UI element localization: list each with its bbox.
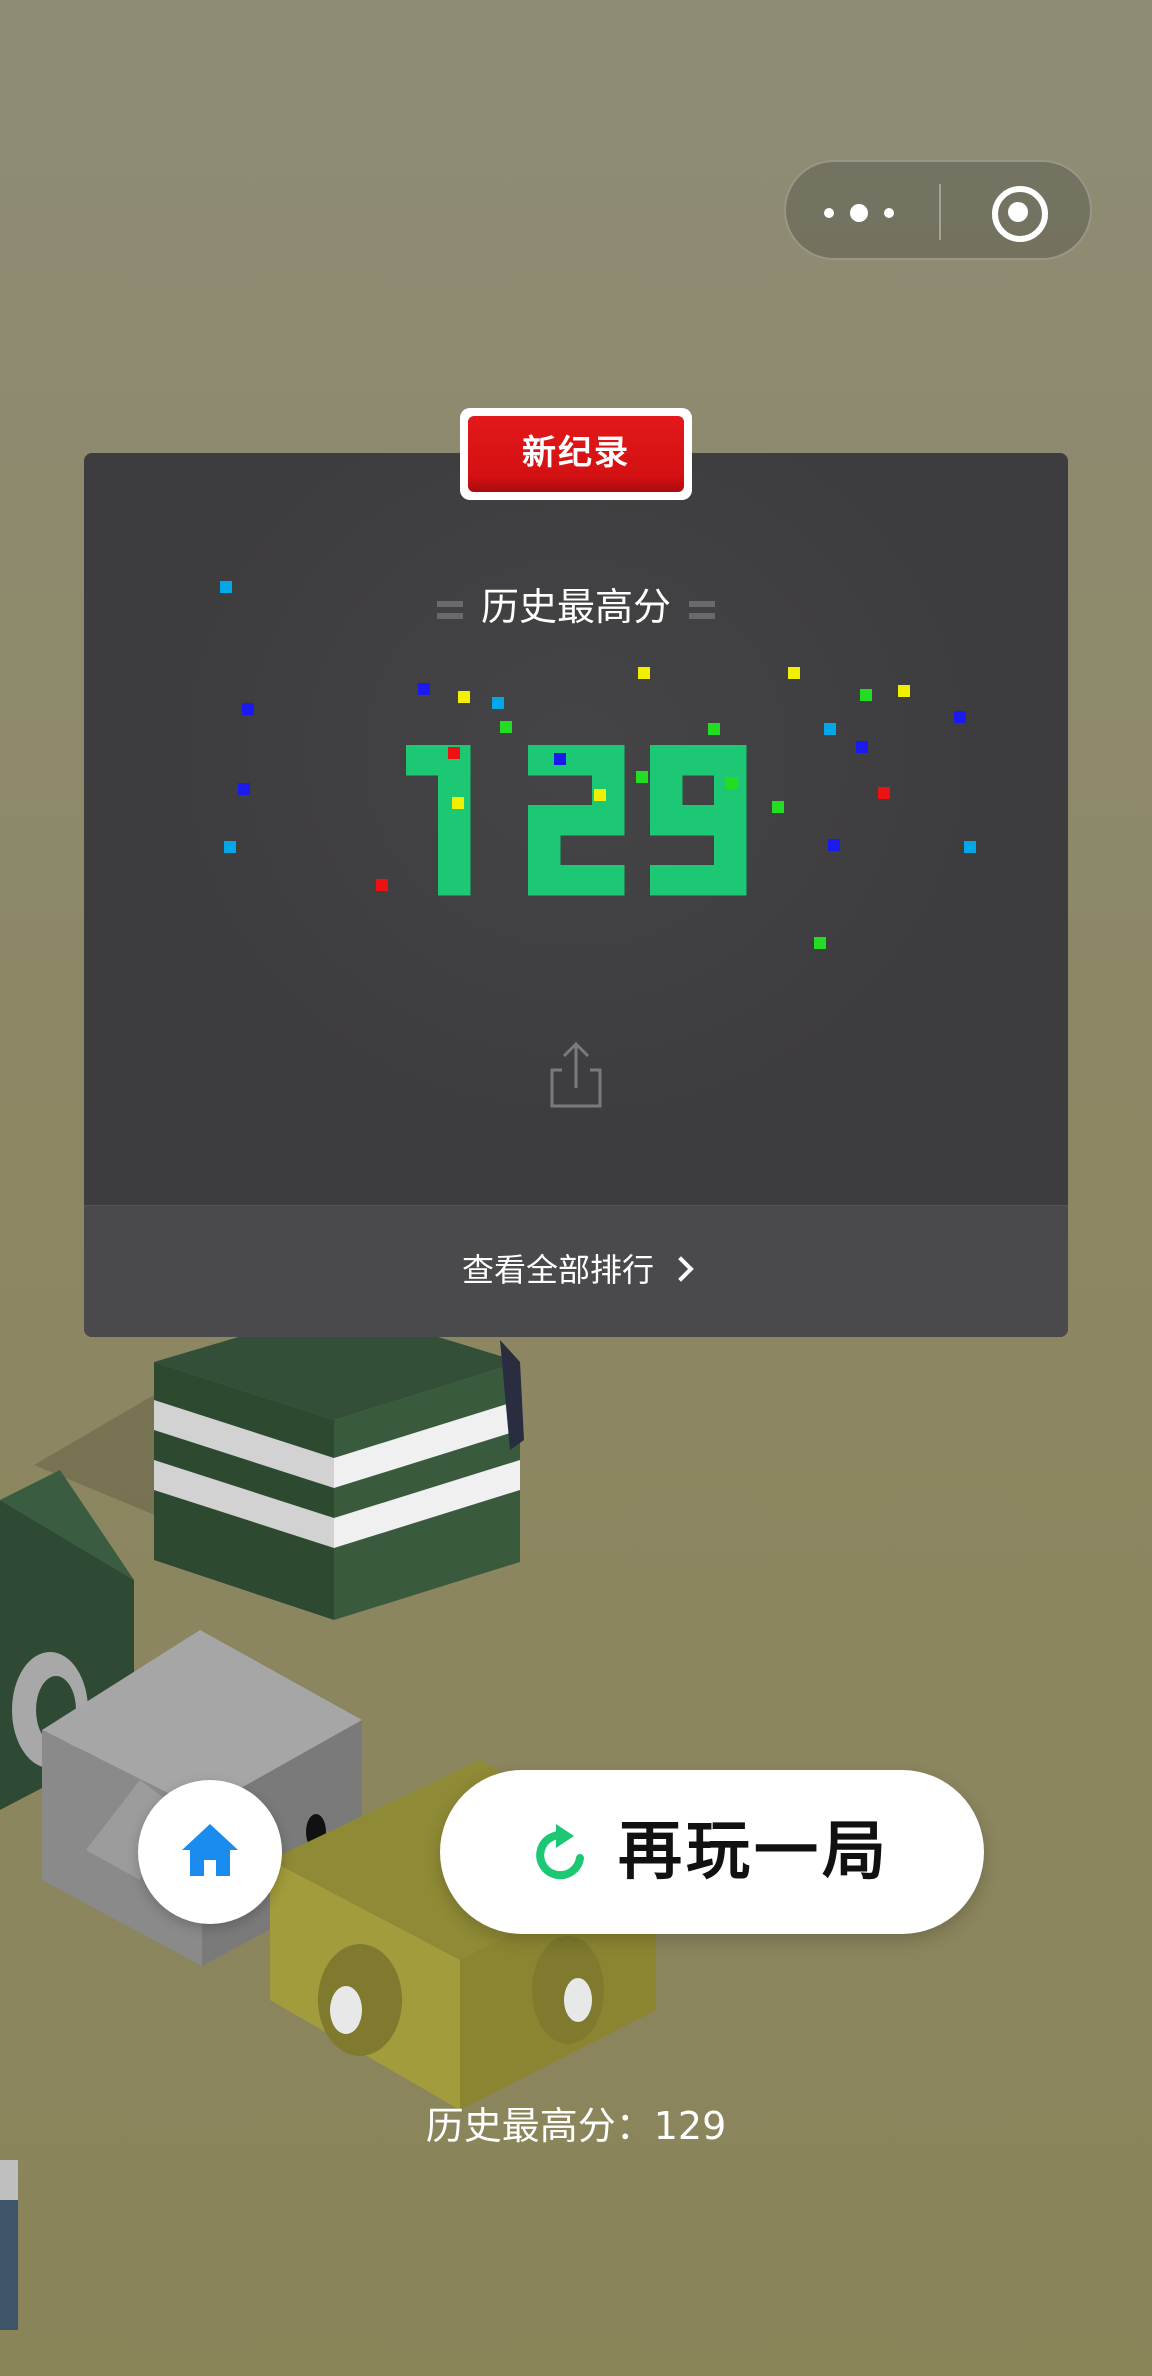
confetti-piece: [458, 691, 470, 703]
more-dots-icon[interactable]: [824, 192, 904, 232]
confetti-piece: [954, 711, 966, 723]
confetti-piece: [964, 841, 976, 853]
confetti-piece: [726, 777, 738, 789]
home-icon: [182, 1824, 238, 1876]
confetti-piece: [500, 721, 512, 733]
close-target-icon[interactable]: [988, 182, 1048, 242]
chevron-right-icon: [668, 1256, 694, 1282]
confetti-piece: [636, 771, 648, 783]
confetti-piece: [638, 667, 650, 679]
striped-block: [154, 1307, 524, 1620]
miniprogram-capsule: [784, 160, 1092, 260]
confetti-piece: [824, 723, 836, 735]
confetti-piece: [242, 703, 254, 715]
best-score-value: 129: [653, 2104, 727, 2148]
confetti-piece: [452, 797, 464, 809]
replay-label: 再玩一局: [618, 1815, 890, 1889]
confetti-piece: [708, 723, 720, 735]
confetti-piece: [856, 741, 868, 753]
confetti-piece: [418, 683, 430, 695]
confetti-piece: [878, 787, 890, 799]
new-record-label: 新纪录: [468, 416, 684, 492]
confetti-piece: [238, 783, 250, 795]
view-all-ranking-link[interactable]: 查看全部排行: [84, 1205, 1068, 1337]
confetti-piece: [860, 689, 872, 701]
confetti-piece: [224, 841, 236, 853]
ranking-label: 查看全部排行: [461, 1251, 654, 1289]
home-button[interactable]: [138, 1780, 282, 1924]
confetti-piece: [898, 685, 910, 697]
capsule-divider: [939, 184, 941, 240]
best-score-line: 历史最高分：129: [0, 2096, 1152, 2156]
share-icon[interactable]: [548, 1038, 604, 1110]
confetti-piece: [448, 747, 460, 759]
confetti-piece: [788, 667, 800, 679]
confetti-piece: [772, 801, 784, 813]
confetti-piece: [814, 937, 826, 949]
confetti-piece: [220, 581, 232, 593]
confetti-piece: [594, 789, 606, 801]
best-score-label: 历史最高分：: [425, 2104, 654, 2148]
new-record-badge: 新纪录: [460, 408, 692, 500]
replay-button[interactable]: 再玩一局: [440, 1770, 984, 1934]
replay-icon: [536, 1824, 584, 1880]
confetti-piece: [554, 753, 566, 765]
confetti-piece: [492, 697, 504, 709]
score-value: 129: [406, 745, 747, 896]
confetti-piece: [828, 839, 840, 851]
confetti-piece: [376, 879, 388, 891]
